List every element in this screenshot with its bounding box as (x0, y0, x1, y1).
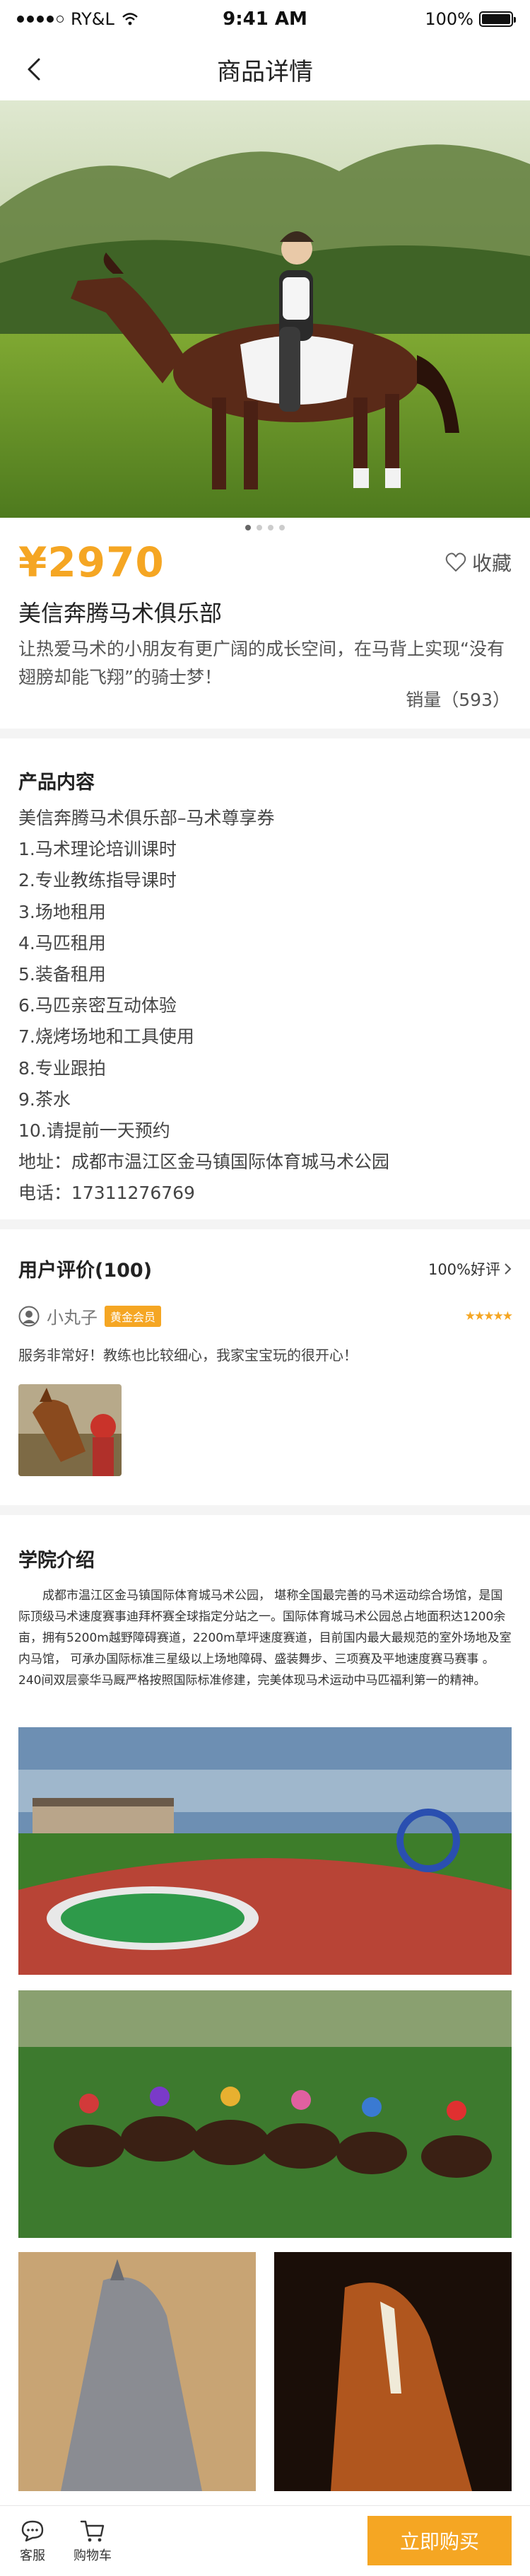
stadium-photo[interactable] (18, 1727, 512, 1975)
favorite-button[interactable]: 收藏 (445, 548, 512, 576)
page-title: 商品详情 (217, 57, 313, 86)
battery-percent: 100% (425, 9, 473, 29)
carousel-dot (279, 525, 285, 530)
list-item: 3.场地租用 (18, 901, 106, 922)
list-item: 美信奔腾马术俱乐部–马术尊享券 (18, 808, 275, 828)
stadium-image (18, 1727, 512, 1975)
back-button[interactable] (18, 54, 49, 85)
product-title: 美信奔腾马术俱乐部 (18, 600, 223, 627)
chevron-left-icon (28, 58, 40, 81)
list-item: 7.烧烤场地和工具使用 (18, 1026, 194, 1048)
phone[interactable]: 电话：17311276769 (18, 1178, 512, 1209)
sales-count: 销量（593） (406, 690, 510, 710)
chestnut-horse-image (274, 2252, 512, 2491)
list-item: 2.专业教练指导课时 (18, 870, 177, 891)
section-heading: 产品内容 (18, 772, 95, 794)
horse-race-image (18, 1990, 512, 2238)
chat-icon (21, 2520, 44, 2542)
carousel-dot (245, 525, 251, 530)
product-info: ¥2970 收藏 美信奔腾马术俱乐部 让热爱马术的小朋友有更广阔的成长空间，在马… (0, 538, 530, 729)
intro-text: 成都市温江区金马镇国际体育城马术公园， 堪称全国最完善的马术运动综合场馆，是国际… (18, 1589, 512, 1688)
race-photo[interactable] (18, 1990, 512, 2238)
list-item: 1.马术理论培训课时 (18, 839, 177, 860)
cart-tab[interactable]: 购物车 (73, 2519, 112, 2564)
grey-horse-image (18, 2252, 256, 2491)
signal-icon (17, 16, 64, 23)
service-label: 客服 (20, 2548, 45, 2563)
avatar-icon (18, 1306, 40, 1326)
price: ¥2970 (18, 538, 165, 586)
review-rate-link[interactable]: 100%好评 (428, 1258, 512, 1280)
buy-now-button[interactable]: 立即购买 (367, 2516, 512, 2565)
section-heading: 用户评价(100) (18, 1260, 153, 1282)
academy-intro: 学院介绍 成都市温江区金马镇国际体育城马术公园， 堪称全国最完善的马术运动综合场… (0, 1515, 530, 2505)
carousel-dot (268, 525, 273, 530)
list-item: 8.专业跟拍 (18, 1057, 106, 1079)
review-photo[interactable] (18, 1384, 122, 1476)
status-bar: RY&L 9:41 AM 100% (0, 0, 530, 38)
section-heading: 学院介绍 (18, 1550, 95, 1572)
content-list: 美信奔腾马术俱乐部–马术尊享券 1.马术理论培训课时 2.专业教练指导课时 3.… (18, 803, 512, 1209)
heart-icon (445, 552, 466, 572)
reviewer-name: 小丸子 (47, 1308, 98, 1328)
carousel-dot (257, 525, 262, 530)
carrier: RY&L (71, 9, 114, 29)
favorite-label: 收藏 (471, 552, 512, 575)
list-item: 5.装备租用 (18, 964, 106, 985)
address: 地址：成都市温江区金马镇国际体育城马术公园 (18, 1151, 390, 1173)
review-rate: 100%好评 (428, 1260, 500, 1278)
list-item: 6.马匹亲密互动体验 (18, 995, 177, 1016)
chevron-right-icon (505, 1263, 512, 1275)
product-content: 产品内容 美信奔腾马术俱乐部–马术尊享券 1.马术理论培训课时 2.专业教练指导… (0, 738, 530, 1219)
hero-image (0, 100, 530, 518)
bottom-bar: 客服 购物车 立即购买 (0, 2505, 530, 2576)
clock: 9:41 AM (223, 8, 307, 30)
cart-icon (80, 2520, 105, 2542)
service-tab[interactable]: 客服 (20, 2519, 45, 2564)
chestnut-horse-photo[interactable] (274, 2252, 512, 2491)
user-reviews: 用户评价(100) 100%好评 小丸子 黄金会员 ★★★★★ 服务非常好！教练… (0, 1229, 530, 1505)
nav-bar: 商品详情 (0, 38, 530, 100)
list-item: 9.茶水 (18, 1089, 71, 1110)
battery-icon (479, 11, 516, 27)
list-item: 10.请提前一天预约 (18, 1120, 170, 1142)
horse-photo (18, 1384, 122, 1476)
member-badge: 黄金会员 (105, 1305, 162, 1327)
hero-carousel[interactable] (0, 100, 530, 518)
cart-label: 购物车 (73, 2548, 112, 2563)
list-item: 4.马匹租用 (18, 932, 106, 953)
wifi-icon (122, 13, 138, 25)
carousel-indicator (0, 518, 530, 538)
grey-horse-photo[interactable] (18, 2252, 256, 2491)
product-description: 让热爱马术的小朋友有更广阔的成长空间，在马背上实现“没有翅膀却能飞翔”的骑士梦！ (18, 639, 505, 687)
review-comment: 服务非常好！教练也比较细心，我家宝宝玩的很开心！ (18, 1347, 358, 1364)
star-rating: ★★★★★ (464, 1309, 513, 1323)
